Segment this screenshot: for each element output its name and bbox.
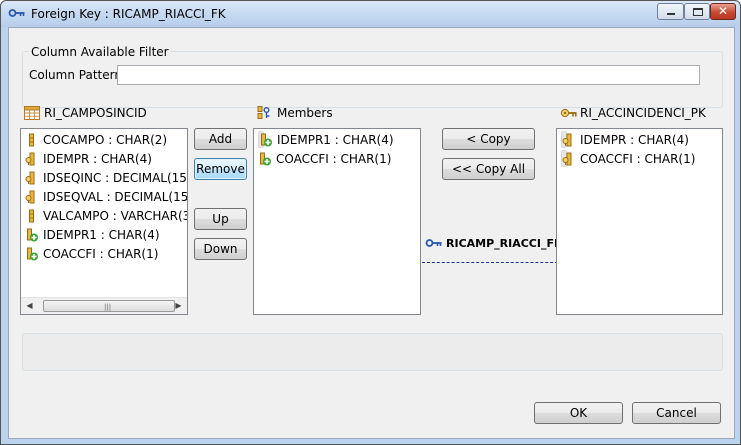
- copy-button[interactable]: < Copy: [442, 128, 535, 150]
- list-item-label: COACCFI : CHAR(1): [43, 247, 159, 261]
- list-item-label: COACCFI : CHAR(1): [580, 152, 696, 166]
- list-item-label: IDEMPR1 : CHAR(4): [43, 228, 160, 242]
- relation-line: [422, 262, 563, 263]
- up-button[interactable]: Up: [194, 208, 247, 230]
- close-icon: ✕: [717, 4, 729, 18]
- members-icon: [257, 106, 273, 120]
- column-filter-group-label: Column Available Filter: [29, 45, 171, 59]
- scroll-right-icon[interactable]: ▶: [170, 298, 187, 314]
- foreign-key-name: RICAMP_RIACCI_FK: [446, 237, 563, 250]
- table-icon: [24, 106, 40, 120]
- list-item[interactable]: IDEMPR1 : CHAR(4): [258, 131, 394, 148]
- list-item[interactable]: COACCFI : CHAR(1): [561, 150, 695, 167]
- cancel-button[interactable]: Cancel: [632, 402, 721, 424]
- source-table-name: RI_CAMPOSINCID: [44, 106, 147, 120]
- minimize-button[interactable]: [657, 3, 684, 20]
- minimize-icon: [667, 13, 675, 15]
- list-item-label: IDSEQINC : DECIMAL(15,0): [43, 171, 188, 185]
- title-bar[interactable]: Foreign Key : RICAMP_RIACCI_FK ✕: [1, 1, 740, 27]
- column-pattern-label: Column Pattern: [29, 68, 122, 82]
- down-button[interactable]: Down: [194, 238, 247, 260]
- key-column-icon: [25, 171, 39, 185]
- added-column-icon: [25, 247, 39, 261]
- members-title: Members: [277, 106, 333, 120]
- column-pattern-input[interactable]: [117, 65, 700, 85]
- added-column-icon: [258, 152, 272, 166]
- copy-all-button[interactable]: << Copy All: [442, 158, 535, 180]
- close-button[interactable]: ✕: [710, 3, 736, 20]
- maximize-icon: [693, 8, 703, 16]
- scroll-thumb[interactable]: |||: [43, 300, 175, 312]
- source-table-header: RI_CAMPOSINCID: [24, 105, 194, 121]
- key-column-icon: [25, 152, 39, 166]
- key-icon: [8, 7, 26, 19]
- list-item-label: IDSEQVAL : DECIMAL(15,0): [43, 190, 188, 204]
- maximize-button[interactable]: [684, 3, 710, 20]
- key-column-icon: [562, 133, 576, 147]
- column-icon: [25, 209, 39, 223]
- target-key-name: RI_ACCINCIDENCI_PK: [580, 106, 706, 120]
- column-icon: [25, 133, 39, 147]
- list-item-label: IDEMPR : CHAR(4): [580, 133, 689, 147]
- list-item-label: IDEMPR1 : CHAR(4): [277, 133, 394, 147]
- list-item-label: VALCAMPO : VARCHAR(30: [43, 209, 188, 223]
- list-item[interactable]: IDEMPR : CHAR(4): [561, 131, 689, 148]
- list-item-label: IDEMPR : CHAR(4): [43, 152, 152, 166]
- primary-key-icon: [560, 106, 578, 120]
- list-item-label: COACCFI : CHAR(1): [276, 152, 392, 166]
- key-column-icon: [25, 190, 39, 204]
- list-item-label: COCAMPO : CHAR(2): [43, 133, 168, 147]
- members-list[interactable]: IDEMPR1 : CHAR(4) COACCFI : CHAR(1): [253, 128, 421, 315]
- key-column-icon: [562, 152, 576, 166]
- source-columns-list[interactable]: COCAMPO : CHAR(2) IDEMPR : CHAR(4) IDSEQ…: [20, 128, 188, 315]
- added-column-icon: [259, 133, 273, 147]
- key-icon: [425, 237, 443, 249]
- horizontal-scrollbar[interactable]: ◀ ||| ▶: [21, 297, 187, 314]
- remove-button[interactable]: Remove: [194, 158, 247, 180]
- target-key-header: RI_ACCINCIDENCI_PK: [560, 105, 730, 121]
- grip-icon: |||: [104, 303, 112, 311]
- target-key-columns-list[interactable]: IDEMPR : CHAR(4) COACCFI : CHAR(1): [556, 128, 723, 315]
- message-area: [22, 333, 723, 371]
- ok-button[interactable]: OK: [534, 402, 623, 424]
- add-button[interactable]: Add: [194, 128, 247, 150]
- members-header: Members: [257, 105, 377, 121]
- foreign-key-dialog: Foreign Key : RICAMP_RIACCI_FK ✕ Column …: [0, 0, 741, 445]
- window-title: Foreign Key : RICAMP_RIACCI_FK: [31, 7, 226, 21]
- added-column-icon: [25, 228, 39, 242]
- scroll-left-icon[interactable]: ◀: [21, 298, 38, 314]
- dialog-body: Column Available Filter Column Pattern R…: [8, 27, 735, 439]
